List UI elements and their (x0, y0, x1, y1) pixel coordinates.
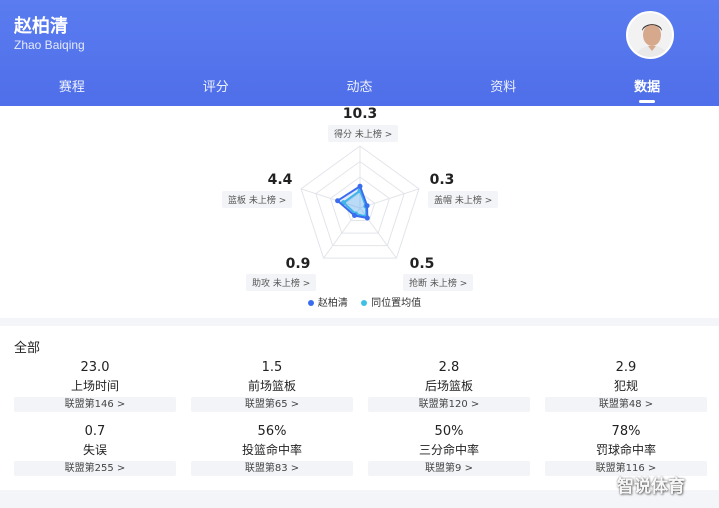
player-name: 赵柏清 (14, 16, 68, 37)
stat-card[interactable]: 56% 投篮命中率 联盟第83 > (191, 424, 353, 476)
radar-value-blocks: 0.3 (429, 172, 455, 188)
stat-value: 23.0 (80, 360, 110, 375)
stat-value: 1.5 (261, 360, 283, 375)
player-series-point-0 (357, 183, 363, 189)
stat-rank[interactable]: 联盟第255 > (14, 461, 176, 476)
stat-value: 78% (611, 424, 641, 439)
player-series-point-4 (335, 198, 341, 204)
stat-value: 50% (434, 424, 464, 439)
radar-value-points: 10.3 (342, 106, 378, 122)
radar-value-rebounds: 4.4 (267, 172, 293, 188)
stat-label: 上场时间 (70, 379, 119, 393)
stat-label: 后场篮板 (424, 379, 473, 393)
tab-schedule[interactable]: 赛程 (0, 71, 144, 106)
tab-profile[interactable]: 资料 (431, 71, 575, 106)
player-series-point-3 (352, 213, 358, 219)
stat-label: 投篮命中率 (241, 443, 302, 457)
radar-value-steals: 0.5 (409, 256, 435, 272)
legend-dot-peer (361, 299, 368, 306)
stat-label: 失误 (82, 443, 107, 457)
stat-card[interactable]: 0.7 失误 联盟第255 > (14, 424, 176, 476)
stat-rank[interactable]: 联盟第48 > (545, 397, 707, 412)
stat-rank[interactable]: 联盟第9 > (368, 461, 530, 476)
section-divider (0, 318, 719, 326)
radar-label-steals[interactable]: 抢断 未上榜 > (403, 274, 474, 291)
legend-dot-player (307, 299, 314, 306)
bottom-divider (0, 490, 719, 508)
stat-label: 前场篮板 (247, 379, 296, 393)
section-title: 全部 (14, 341, 41, 356)
avatar[interactable] (626, 11, 674, 59)
player-series-point-2 (364, 215, 370, 221)
stat-value: 0.7 (84, 424, 106, 439)
legend-player: 赵柏清 (317, 298, 348, 309)
tab-bar: 赛程 评分 动态 资料 数据 (0, 71, 719, 106)
watermark: 智说体育 (617, 477, 685, 497)
player-header: 赵柏清 Zhao Baiqing 赛程 评分 动态 资料 数据 (0, 0, 719, 106)
radar-label-rebounds[interactable]: 篮板 未上榜 > (222, 191, 293, 208)
stat-rank[interactable]: 联盟第120 > (368, 397, 530, 412)
stat-label: 犯规 (613, 379, 638, 393)
radar-label-blocks[interactable]: 盖帽 未上榜 > (428, 191, 499, 208)
stat-value: 2.9 (615, 360, 637, 375)
player-name-english: Zhao Baiqing (14, 38, 85, 52)
radar-chart: 10.3 得分 未上榜 > 0.3 盖帽 未上榜 > 0.5 抢断 未上榜 > … (0, 106, 719, 318)
stat-label: 三分命中率 (418, 443, 479, 457)
stat-card[interactable]: 1.5 前场篮板 联盟第65 > (191, 360, 353, 412)
legend-peer: 同位置均值 (371, 298, 422, 309)
tab-rating[interactable]: 评分 (144, 71, 288, 106)
stat-card[interactable]: 23.0 上场时间 联盟第146 > (14, 360, 176, 412)
stat-rank[interactable]: 联盟第83 > (191, 461, 353, 476)
stat-rank[interactable]: 联盟第65 > (191, 397, 353, 412)
stat-label: 罚球命中率 (595, 443, 656, 457)
radar-label-assists[interactable]: 助攻 未上榜 > (246, 274, 317, 291)
radar-legend: 赵柏清 同位置均值 (0, 294, 719, 309)
stat-card[interactable]: 2.8 后场篮板 联盟第120 > (368, 360, 530, 412)
radar-label-points[interactable]: 得分 未上榜 > (328, 125, 399, 142)
stat-card[interactable]: 50% 三分命中率 联盟第9 > (368, 424, 530, 476)
stat-value: 2.8 (438, 360, 460, 375)
tab-news[interactable]: 动态 (288, 71, 432, 106)
stat-card[interactable]: 2.9 犯规 联盟第48 > (545, 360, 707, 412)
stat-rank[interactable]: 联盟第146 > (14, 397, 176, 412)
player-series-area (335, 184, 369, 220)
tab-stats[interactable]: 数据 (575, 71, 719, 106)
radar-value-assists: 0.9 (285, 256, 311, 272)
stat-card[interactable]: 78% 罚球命中率 联盟第116 > (545, 424, 707, 476)
player-series-point-1 (364, 203, 370, 209)
stat-value: 56% (257, 424, 287, 439)
